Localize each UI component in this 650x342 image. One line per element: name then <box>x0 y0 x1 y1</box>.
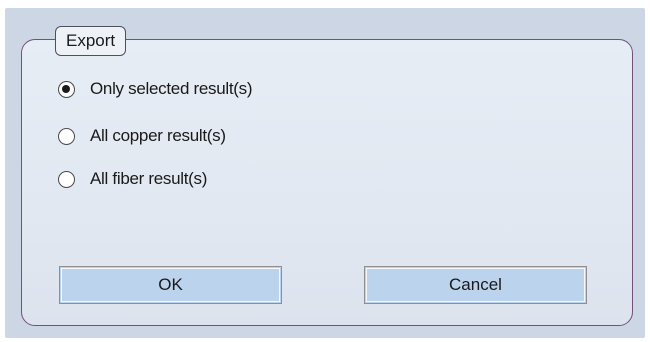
cancel-button[interactable]: Cancel <box>364 266 587 304</box>
radio-all-fiber[interactable] <box>58 170 75 188</box>
option-only-selected[interactable]: Only selected result(s) <box>58 78 253 100</box>
option-all-copper[interactable]: All copper result(s) <box>58 125 226 147</box>
export-group-title: Export <box>55 26 127 56</box>
radio-all-copper[interactable] <box>58 127 75 145</box>
option-only-selected-label: Only selected result(s) <box>90 79 253 98</box>
ok-button[interactable]: OK <box>59 266 282 304</box>
option-all-copper-label: All copper result(s) <box>90 126 226 145</box>
option-all-fiber[interactable]: All fiber result(s) <box>58 168 207 190</box>
radio-only-selected[interactable] <box>58 80 75 98</box>
option-all-fiber-label: All fiber result(s) <box>90 169 208 188</box>
